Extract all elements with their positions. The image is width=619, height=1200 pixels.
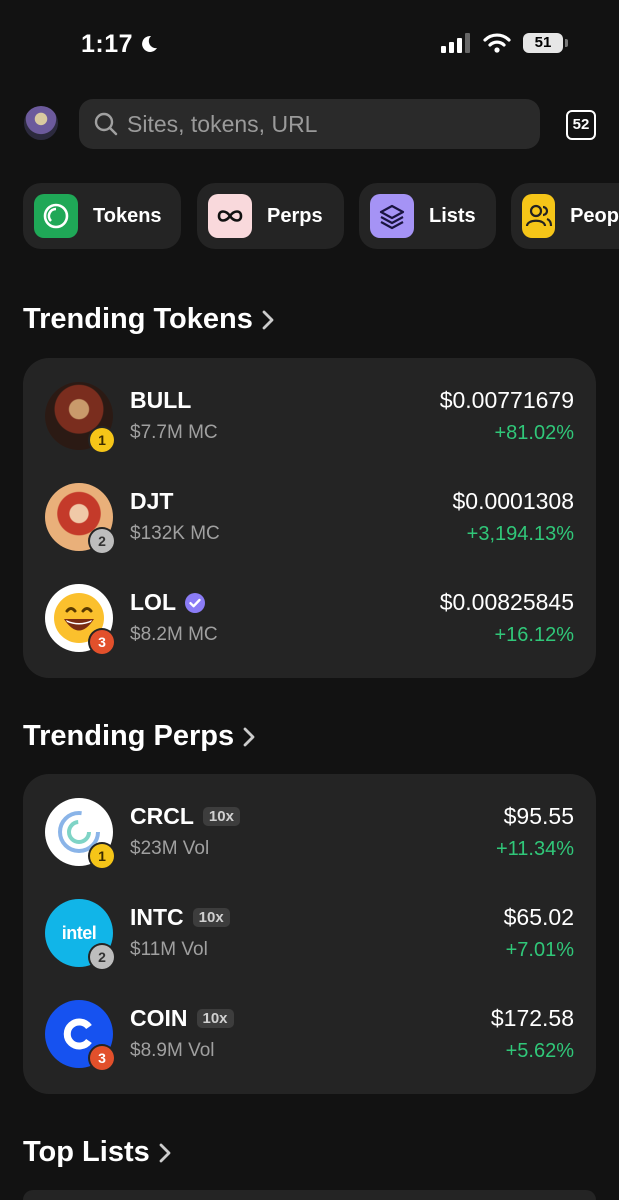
layers-icon	[370, 194, 414, 238]
rank-badge: 2	[90, 945, 114, 969]
chip-label: Perps	[267, 204, 323, 227]
trending-perps-header[interactable]: Trending Perps	[23, 720, 256, 753]
battery-indicator: 51	[523, 33, 568, 53]
chip-label: Lists	[429, 204, 476, 227]
perp-change: +11.34%	[495, 838, 574, 860]
perp-symbol: COIN 10x	[130, 1005, 234, 1032]
tokens-icon	[34, 194, 78, 238]
status-time: 1:17	[81, 30, 159, 59]
status-indicators: 51	[441, 33, 568, 53]
top-lists-card	[23, 1190, 596, 1200]
perp-volume: $11M Vol	[130, 939, 208, 960]
profile-avatar[interactable]	[24, 106, 58, 140]
perp-volume: $8.9M Vol	[130, 1040, 215, 1061]
perp-price: $65.02	[503, 904, 574, 930]
section-title: Trending Tokens	[23, 303, 253, 335]
clock-text: 1:17	[81, 30, 134, 58]
search-placeholder: Sites, tokens, URL	[127, 110, 318, 137]
perp-volume: $23M Vol	[130, 838, 210, 859]
chip-label: Peop	[570, 204, 619, 227]
search-bar[interactable]: Sites, tokens, URL	[79, 99, 540, 149]
rank-badge: 3	[90, 630, 114, 654]
token-market-cap: $7.7M MC	[130, 422, 218, 443]
verified-badge-icon	[185, 592, 205, 613]
token-price: $0.00825845	[439, 589, 574, 615]
signal-icon	[441, 33, 470, 53]
chip-lists[interactable]: Lists	[359, 183, 496, 249]
wifi-icon	[483, 33, 511, 53]
leverage-badge: 10x	[192, 908, 230, 927]
perp-change: +7.01%	[505, 939, 574, 961]
top-lists-header[interactable]: Top Lists	[23, 1136, 172, 1169]
chip-perps[interactable]: Perps	[197, 183, 344, 249]
chip-label: Tokens	[93, 204, 162, 227]
perp-price: $95.55	[503, 803, 574, 829]
token-price: $0.0001308	[452, 488, 574, 514]
chevron-right-icon	[262, 310, 274, 329]
tabs-count-button[interactable]: 52	[566, 110, 596, 140]
leverage-badge: 10x	[196, 1009, 234, 1028]
chip-tokens[interactable]: Tokens	[23, 183, 181, 249]
token-change: +81.02%	[494, 422, 574, 444]
moon-icon	[142, 35, 158, 52]
rank-badge: 1	[90, 428, 114, 452]
chip-people[interactable]: Peop	[511, 183, 619, 249]
token-change: +3,194.13%	[466, 523, 574, 545]
section-title: Trending Perps	[23, 720, 235, 752]
token-market-cap: $132K MC	[130, 523, 220, 544]
search-icon	[94, 112, 118, 136]
perp-row-crcl[interactable]: 1 CRCL 10x $23M Vol $95.55 +11.34%	[23, 798, 596, 878]
token-symbol: LOL	[130, 589, 206, 616]
people-icon	[522, 194, 556, 238]
rank-badge: 2	[90, 529, 114, 553]
section-title: Top Lists	[23, 1136, 150, 1168]
token-symbol: BULL	[130, 387, 192, 413]
intel-logo-text: intel	[61, 922, 97, 943]
perp-symbol: INTC 10x	[130, 904, 230, 931]
chevron-right-icon	[243, 727, 255, 746]
perp-symbol: CRCL 10x	[130, 803, 240, 830]
trending-tokens-card: 1 BULL $7.7M MC $0.00771679 +81.02% 2 DJ…	[23, 358, 596, 678]
token-change: +16.12%	[494, 624, 574, 646]
token-row-lol[interactable]: 3 LOL $8.2M MC $0.00825845 +16.12%	[23, 584, 596, 664]
token-symbol: DJT	[130, 488, 174, 514]
token-row-bull[interactable]: 1 BULL $7.7M MC $0.00771679 +81.02%	[23, 382, 596, 462]
token-price: $0.00771679	[439, 387, 574, 413]
perp-row-coin[interactable]: 3 COIN 10x $8.9M Vol $172.58 +5.62%	[23, 1000, 596, 1080]
rank-badge: 3	[90, 1046, 114, 1070]
perp-price: $172.58	[490, 1005, 574, 1031]
perp-row-intc[interactable]: intel 2 INTC 10x $11M Vol $65.02 +7.01%	[23, 899, 596, 979]
perp-change: +5.62%	[505, 1040, 574, 1062]
chevron-right-icon	[159, 1143, 171, 1162]
leverage-badge: 10x	[202, 807, 240, 826]
trending-tokens-header[interactable]: Trending Tokens	[23, 303, 275, 336]
trending-perps-card: 1 CRCL 10x $23M Vol $95.55 +11.34% intel …	[23, 774, 596, 1094]
rank-badge: 1	[90, 844, 114, 868]
token-row-djt[interactable]: 2 DJT $132K MC $0.0001308 +3,194.13%	[23, 483, 596, 563]
infinity-icon	[208, 194, 252, 238]
token-market-cap: $8.2M MC	[130, 624, 218, 645]
